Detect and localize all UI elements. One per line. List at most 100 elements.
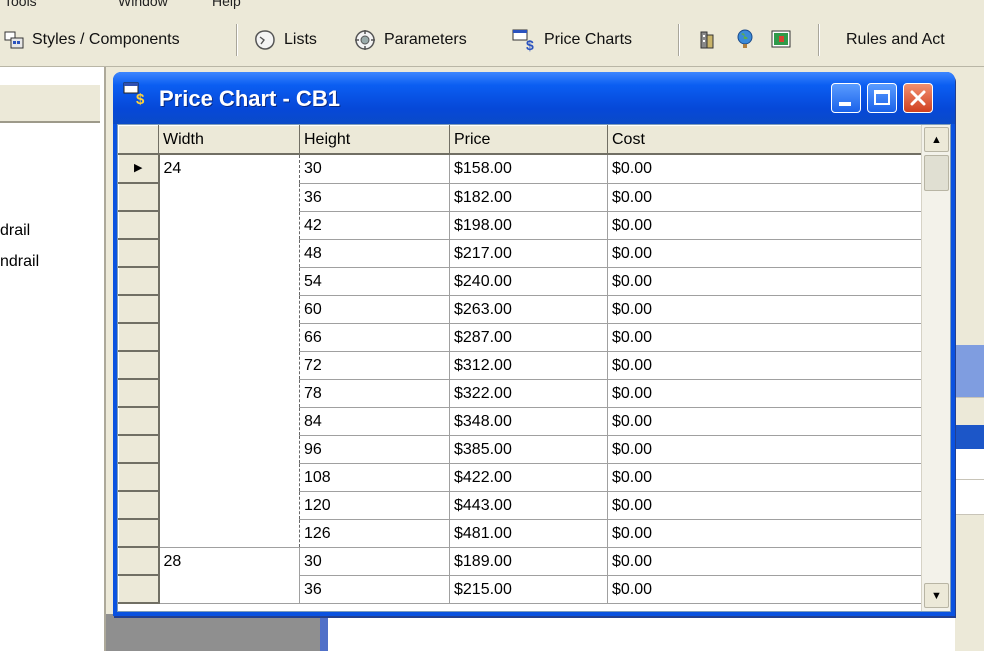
cell-cost[interactable]: $0.00 xyxy=(607,547,923,576)
cell-price[interactable]: $263.00 xyxy=(449,295,608,324)
row-selector-header[interactable] xyxy=(118,125,159,155)
cell-height[interactable]: 120 xyxy=(299,491,450,520)
cell-price[interactable]: $348.00 xyxy=(449,407,608,436)
cell-price[interactable]: $189.00 xyxy=(449,547,608,576)
scroll-down-button[interactable]: ▼ xyxy=(924,583,949,608)
cell-cost[interactable]: $0.00 xyxy=(607,463,923,492)
table-row[interactable]: ▶ 24 30 $158.00 $0.00 xyxy=(118,153,923,548)
styles-components-button[interactable]: Styles / Components xyxy=(4,28,180,52)
column-header-cost[interactable]: Cost xyxy=(607,125,923,155)
cell-price[interactable]: $287.00 xyxy=(449,323,608,352)
row-selector[interactable] xyxy=(118,574,160,604)
cell-price[interactable]: $322.00 xyxy=(449,379,608,408)
cell-height[interactable]: 108 xyxy=(299,463,450,492)
cell-price[interactable]: $158.00 xyxy=(449,154,608,184)
cell-cost[interactable]: $0.00 xyxy=(607,239,923,268)
cell-cost[interactable]: $0.00 xyxy=(607,323,923,352)
cell-height[interactable]: 66 xyxy=(299,323,450,352)
cell-cost[interactable]: $0.00 xyxy=(607,407,923,436)
cell-height[interactable]: 36 xyxy=(299,183,450,212)
row-selector[interactable] xyxy=(118,210,160,240)
cell-height[interactable]: 36 xyxy=(299,575,450,604)
background-window-selected-row xyxy=(955,425,984,449)
building-icon[interactable] xyxy=(696,28,718,50)
cell-price[interactable]: $198.00 xyxy=(449,211,608,240)
row-selector[interactable]: ▶ xyxy=(118,153,160,184)
row-selector[interactable] xyxy=(118,350,160,380)
tree-panel: drail ndrail xyxy=(0,67,106,651)
cell-cost[interactable]: $0.00 xyxy=(607,351,923,380)
cell-height[interactable]: 84 xyxy=(299,407,450,436)
row-selector[interactable] xyxy=(118,518,160,548)
cell-height[interactable]: 30 xyxy=(299,547,450,576)
cell-height[interactable]: 78 xyxy=(299,379,450,408)
price-charts-button[interactable]: $ Price Charts xyxy=(512,28,632,52)
row-selector[interactable] xyxy=(118,238,160,268)
cell-price[interactable]: $443.00 xyxy=(449,491,608,520)
cell-cost[interactable]: $0.00 xyxy=(607,575,923,604)
cell-cost[interactable]: $0.00 xyxy=(607,267,923,296)
row-selector[interactable] xyxy=(118,322,160,352)
row-selector[interactable] xyxy=(118,434,160,464)
cell-price[interactable]: $312.00 xyxy=(449,351,608,380)
cell-height[interactable]: 72 xyxy=(299,351,450,380)
row-selector[interactable] xyxy=(118,294,160,324)
cell-price[interactable]: $385.00 xyxy=(449,435,608,464)
cell-price[interactable]: $215.00 xyxy=(449,575,608,604)
column-header-price[interactable]: Price xyxy=(449,125,608,155)
cell-height[interactable]: 126 xyxy=(299,519,450,548)
cell-cost[interactable]: $0.00 xyxy=(607,211,923,240)
tree-item[interactable]: drail xyxy=(0,222,30,240)
scroll-up-button[interactable]: ▲ xyxy=(924,127,949,152)
row-selector[interactable] xyxy=(118,406,160,436)
row-selector[interactable] xyxy=(118,490,160,520)
cell-cost[interactable]: $0.00 xyxy=(607,519,923,548)
cell-height[interactable]: 54 xyxy=(299,267,450,296)
menu-item-tools[interactable]: Tools xyxy=(4,0,37,9)
cell-cost[interactable]: $0.00 xyxy=(607,154,923,184)
price-chart-window: $ Price Chart - CB1 Width Height Price C… xyxy=(113,72,955,616)
close-icon xyxy=(910,90,926,106)
cell-cost[interactable]: $0.00 xyxy=(607,491,923,520)
menu-item-help[interactable]: Help xyxy=(212,0,241,9)
cell-price[interactable]: $240.00 xyxy=(449,267,608,296)
cell-height[interactable]: 42 xyxy=(299,211,450,240)
table-row[interactable]: 28 30 $189.00 $0.00 xyxy=(118,546,923,604)
row-selector[interactable] xyxy=(118,546,160,576)
row-selector[interactable] xyxy=(118,378,160,408)
current-row-icon: ▶ xyxy=(134,162,143,174)
cell-width[interactable]: 28 xyxy=(158,547,300,604)
menu-item-window[interactable]: Window xyxy=(118,0,168,9)
tree-item[interactable]: ndrail xyxy=(0,253,39,271)
minimize-button[interactable] xyxy=(831,83,861,113)
lists-button[interactable]: Lists xyxy=(252,28,317,52)
cell-width[interactable]: 24 xyxy=(158,154,300,548)
cell-height[interactable]: 60 xyxy=(299,295,450,324)
maximize-button[interactable] xyxy=(867,83,897,113)
globe-icon[interactable] xyxy=(734,28,756,50)
cell-cost[interactable]: $0.00 xyxy=(607,295,923,324)
cell-height[interactable]: 48 xyxy=(299,239,450,268)
cell-price[interactable]: $422.00 xyxy=(449,463,608,492)
column-header-width[interactable]: Width xyxy=(158,125,300,155)
window-title-bar[interactable]: $ Price Chart - CB1 xyxy=(113,72,955,124)
cell-cost[interactable]: $0.00 xyxy=(607,379,923,408)
cell-cost[interactable]: $0.00 xyxy=(607,435,923,464)
background-window xyxy=(955,67,984,651)
parameters-button[interactable]: Parameters xyxy=(352,28,467,52)
row-selector[interactable] xyxy=(118,182,160,212)
rules-actions-button[interactable]: Rules and Act xyxy=(846,28,945,52)
row-selector[interactable] xyxy=(118,462,160,492)
scroll-thumb[interactable] xyxy=(924,155,949,191)
cell-price[interactable]: $182.00 xyxy=(449,183,608,212)
row-selector[interactable] xyxy=(118,266,160,296)
cell-height[interactable]: 30 xyxy=(299,154,450,184)
cell-height[interactable]: 96 xyxy=(299,435,450,464)
cell-price[interactable]: $481.00 xyxy=(449,519,608,548)
vertical-scrollbar[interactable]: ▲ ▼ xyxy=(921,125,950,611)
close-button[interactable] xyxy=(903,83,933,113)
cell-cost[interactable]: $0.00 xyxy=(607,183,923,212)
cell-price[interactable]: $217.00 xyxy=(449,239,608,268)
column-header-height[interactable]: Height xyxy=(299,125,450,155)
picture-icon[interactable] xyxy=(770,28,792,50)
